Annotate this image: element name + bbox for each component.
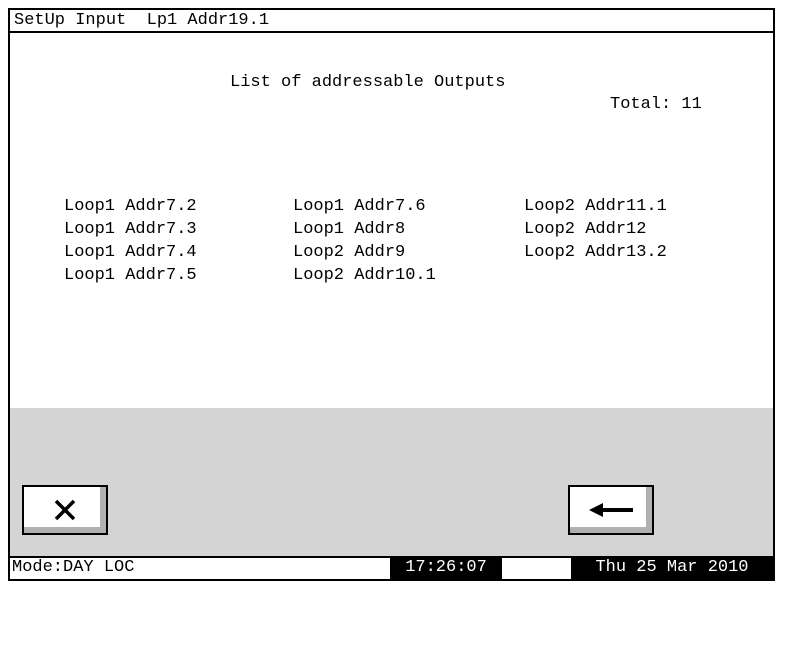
total-count: Total: 11: [610, 95, 702, 114]
outputs-column-3: Loop2 Addr11.1 Loop2 Addr12 Loop2 Addr13…: [524, 195, 667, 264]
back-button[interactable]: [568, 485, 654, 535]
main-window: SetUp Input Lp1 Addr19.1 List of address…: [8, 8, 775, 581]
window-title: SetUp Input Lp1 Addr19.1: [10, 10, 773, 33]
list-item[interactable]: Loop1 Addr7.6: [293, 195, 436, 218]
arrow-left-icon: [589, 503, 633, 517]
close-icon: [54, 499, 76, 521]
list-item[interactable]: Loop2 Addr10.1: [293, 264, 436, 287]
list-item[interactable]: Loop2 Addr11.1: [524, 195, 667, 218]
clock-time: 17:26:07: [390, 558, 502, 579]
clock-date: Thu 25 Mar 2010: [571, 558, 773, 579]
list-item[interactable]: Loop2 Addr9: [293, 241, 436, 264]
list-item[interactable]: Loop2 Addr13.2: [524, 241, 667, 264]
mode-status: Mode:DAY LOC: [12, 558, 135, 577]
status-bar: Mode:DAY LOC 17:26:07 Thu 25 Mar 2010: [10, 556, 773, 579]
outputs-column-1: Loop1 Addr7.2 Loop1 Addr7.3 Loop1 Addr7.…: [64, 195, 197, 287]
list-heading: List of addressable Outputs: [230, 73, 506, 92]
list-item[interactable]: Loop1 Addr7.5: [64, 264, 197, 287]
list-item[interactable]: Loop1 Addr7.4: [64, 241, 197, 264]
list-item[interactable]: Loop1 Addr8: [293, 218, 436, 241]
button-panel: [10, 408, 773, 558]
close-button[interactable]: [22, 485, 108, 535]
list-item[interactable]: Loop1 Addr7.2: [64, 195, 197, 218]
list-item[interactable]: Loop1 Addr7.3: [64, 218, 197, 241]
outputs-column-2: Loop1 Addr7.6 Loop1 Addr8 Loop2 Addr9 Lo…: [293, 195, 436, 287]
list-header: List of addressable Outputs Total: 11: [10, 50, 773, 138]
list-item[interactable]: Loop2 Addr12: [524, 218, 667, 241]
